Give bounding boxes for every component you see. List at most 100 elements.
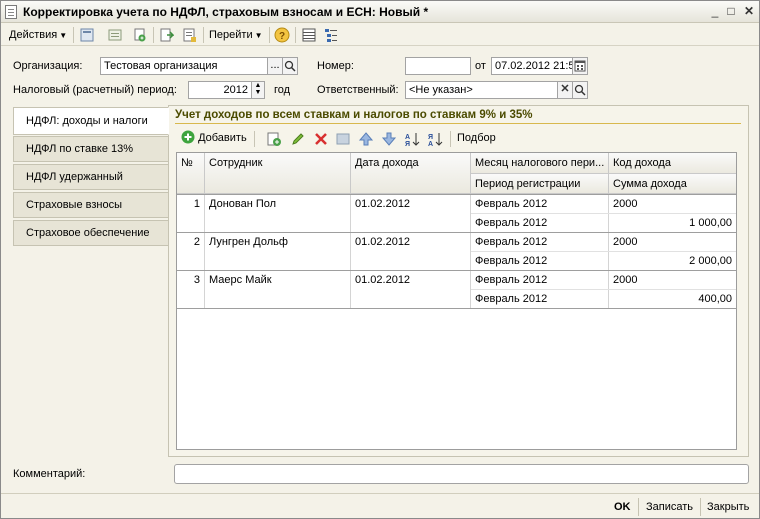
row-divider <box>177 308 736 309</box>
row-income-date: 01.02.2012 <box>351 271 471 308</box>
column-header-income-date[interactable]: Дата дохода <box>351 153 471 194</box>
list-icon[interactable] <box>301 27 317 43</box>
toolbar-divider <box>73 27 74 43</box>
move-down-icon[interactable] <box>381 131 397 147</box>
window-title: Корректировка учета по НДФЛ, страховым в… <box>23 5 429 19</box>
svg-text:?: ? <box>279 31 285 42</box>
close-button[interactable]: Закрыть <box>707 499 749 515</box>
responsible-search-button[interactable] <box>572 81 588 99</box>
row-income-date: 01.02.2012 <box>351 195 471 232</box>
actions-label: Действия <box>9 29 58 41</box>
comment-field[interactable] <box>174 464 749 484</box>
row-tax-month: Февраль 2012 <box>471 271 609 289</box>
structure-icon[interactable] <box>323 27 339 43</box>
column-header-reg-period[interactable]: Период регистрации <box>471 174 609 194</box>
copy-row-icon[interactable] <box>266 131 282 147</box>
export-icon[interactable] <box>158 27 174 43</box>
organization-label: Организация: <box>13 60 83 72</box>
sort-ascending-icon[interactable]: AЯ <box>404 131 420 147</box>
edit-icon[interactable] <box>290 131 306 147</box>
number-label: Номер: <box>317 60 354 72</box>
help-icon[interactable]: ? <box>274 27 290 43</box>
section-title: Учет доходов по всем ставкам и налогов п… <box>175 109 533 121</box>
close-window-button[interactable]: ✕ <box>741 4 757 20</box>
svg-text:A: A <box>428 141 433 147</box>
row-income-code: 2000 <box>613 236 638 248</box>
organization-search-button[interactable] <box>282 57 298 75</box>
search-icon <box>284 60 296 72</box>
row-tax-month: Февраль 2012 <box>471 233 609 251</box>
minimize-button[interactable]: _ <box>707 4 723 20</box>
toolbar-divider <box>153 27 154 43</box>
pick-button[interactable]: Подбор <box>457 130 496 146</box>
view-icon[interactable] <box>107 27 123 43</box>
row-income-sum: 400,00 <box>698 293 732 305</box>
add-label: Добавить <box>198 132 247 144</box>
add-icon <box>181 130 195 144</box>
sort-descending-icon[interactable]: ЯA <box>427 131 443 147</box>
column-header-employee[interactable]: Сотрудник <box>205 153 351 194</box>
column-header-tax-month[interactable]: Месяц налогового пери... <box>471 153 609 174</box>
actions-menu[interactable]: Действия ▼ <box>9 27 67 43</box>
column-header-num[interactable]: № <box>177 153 205 194</box>
clear-responsible-button[interactable]: ✕ <box>557 81 573 99</box>
responsible-label: Ответственный: <box>317 84 399 96</box>
row-subdivider <box>471 289 736 290</box>
document-window: Корректировка учета по НДФЛ, страховым в… <box>0 0 760 519</box>
stepper-down-icon[interactable]: ▼ <box>252 89 264 96</box>
tab-ndfl-13[interactable]: НДФЛ по ставке 13% <box>13 136 169 162</box>
delete-icon[interactable] <box>313 131 329 147</box>
search-icon <box>574 84 586 96</box>
toolbar-divider <box>203 27 204 43</box>
ok-button[interactable]: OK <box>614 499 631 515</box>
tab-insurance-coverage[interactable]: Страховое обеспечение <box>13 220 169 246</box>
row-num: 2 <box>177 233 205 270</box>
row-reg-period: Февраль 2012 <box>471 290 609 308</box>
period-field[interactable]: 2012 <box>188 81 252 99</box>
income-table: № Сотрудник Дата дохода Месяц налогового… <box>176 152 737 450</box>
comment-label: Комментарий: <box>13 468 86 480</box>
tab-insurance-contributions[interactable]: Страховые взносы <box>13 192 169 218</box>
row-reg-period: Февраль 2012 <box>471 252 609 270</box>
row-employee: Лунгрен Дольф <box>205 233 351 270</box>
calendar-button[interactable] <box>572 57 588 75</box>
tab-ndfl-withheld[interactable]: НДФЛ удержанный <box>13 164 169 190</box>
toolbar-divider <box>269 27 270 43</box>
save-button[interactable]: Записать <box>646 499 693 515</box>
row-income-sum: 2 000,00 <box>689 255 732 267</box>
stepper-up-icon[interactable]: ▲ <box>252 82 264 89</box>
row-subdivider <box>471 251 736 252</box>
print-icon[interactable] <box>181 27 197 43</box>
copy-icon[interactable] <box>131 27 147 43</box>
responsible-field[interactable]: <Не указан> <box>405 81 558 99</box>
post-icon[interactable] <box>79 27 95 43</box>
row-num: 1 <box>177 195 205 232</box>
tab-ndfl-income-taxes[interactable]: НДФЛ: доходы и налоги <box>13 107 169 135</box>
add-button[interactable]: Добавить <box>181 130 247 146</box>
row-income-code: 2000 <box>613 274 638 286</box>
number-field[interactable] <box>405 57 471 75</box>
date-field[interactable]: 07.02.2012 21:5 <box>491 57 573 75</box>
organization-field[interactable]: Тестовая организация <box>100 57 268 75</box>
document-icon <box>5 5 17 19</box>
organization-select-button[interactable]: ... <box>267 57 283 75</box>
chevron-down-icon: ▼ <box>254 31 263 40</box>
move-up-icon[interactable] <box>358 131 374 147</box>
toolbar-divider <box>254 131 255 147</box>
goto-menu[interactable]: Перейти ▼ <box>209 27 263 43</box>
row-income-sum: 1 000,00 <box>689 217 732 229</box>
maximize-button[interactable]: □ <box>723 4 739 20</box>
period-stepper[interactable]: ▲ ▼ <box>251 81 265 99</box>
svg-text:A: A <box>405 134 410 141</box>
column-header-income-code[interactable]: Код дохода <box>609 153 736 174</box>
footer-divider <box>638 498 639 516</box>
end-edit-icon[interactable] <box>335 131 351 147</box>
row-tax-month: Февраль 2012 <box>471 195 609 213</box>
title-bar: Корректировка учета по НДФЛ, страховым в… <box>1 1 759 23</box>
column-header-income-sum[interactable]: Сумма дохода <box>609 174 736 194</box>
section-divider <box>175 123 741 124</box>
toolbar-divider <box>450 131 451 147</box>
clear-icon: ✕ <box>560 83 570 95</box>
row-employee: Донован Пол <box>205 195 351 232</box>
footer-divider <box>700 498 701 516</box>
